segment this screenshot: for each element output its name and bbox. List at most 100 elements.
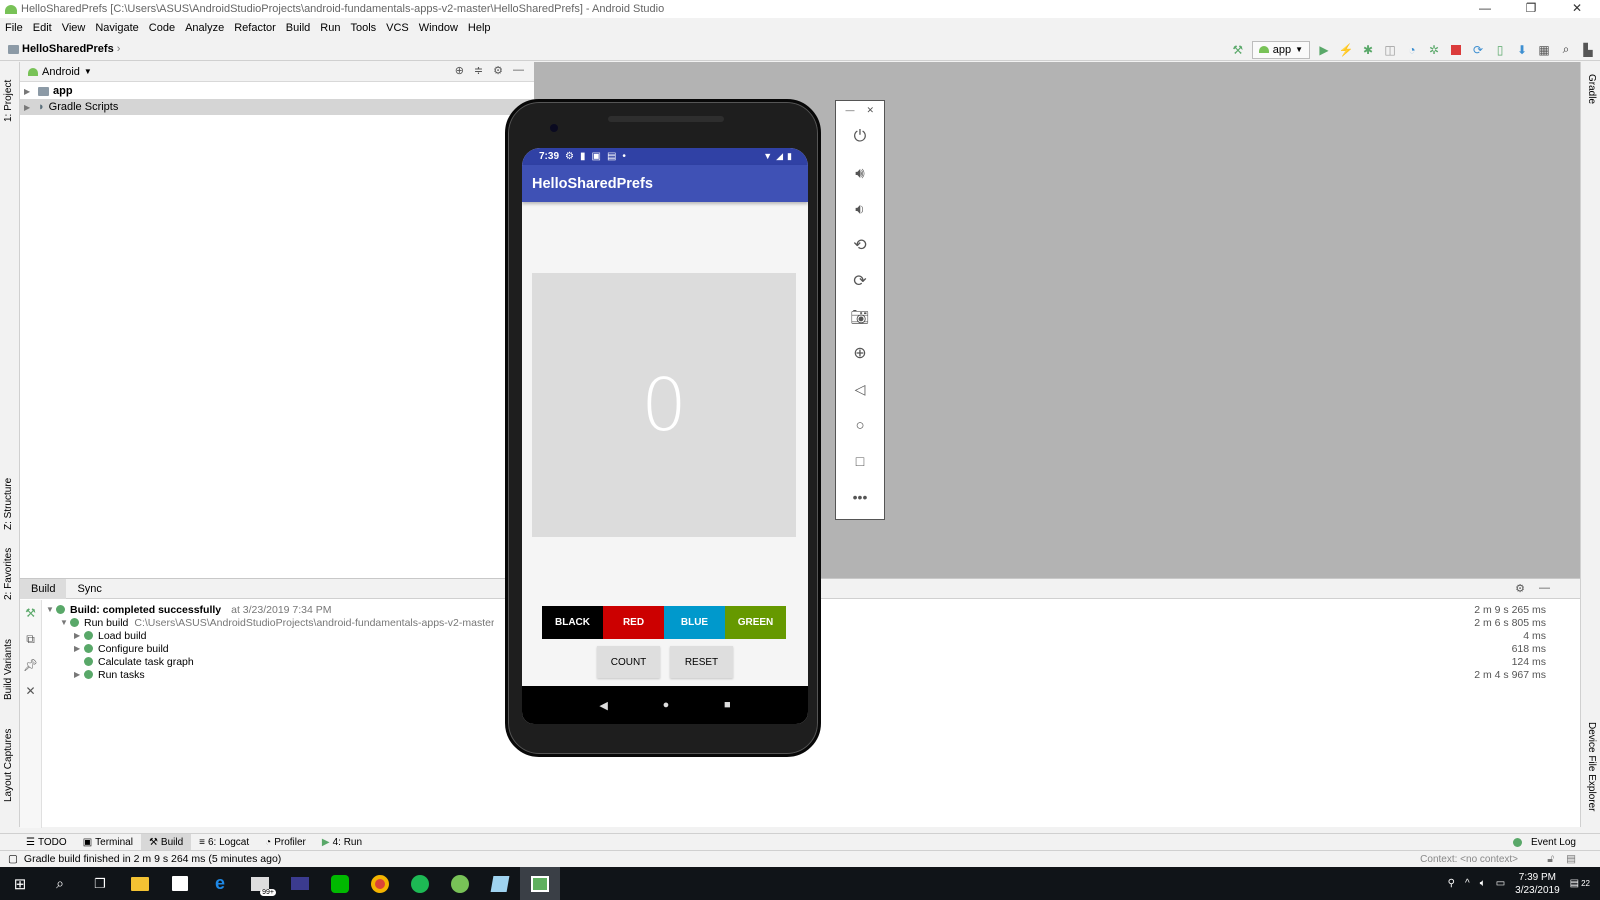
- notepad-icon[interactable]: [480, 867, 520, 900]
- menu-navigate[interactable]: Navigate: [90, 22, 143, 34]
- store-icon[interactable]: [160, 867, 200, 900]
- menu-tools[interactable]: Tools: [345, 22, 381, 34]
- restore-icon[interactable]: ❐: [1508, 0, 1554, 18]
- menu-window[interactable]: Window: [414, 22, 463, 34]
- tool-tab-build-variants[interactable]: Build Variants: [3, 639, 14, 700]
- edge-icon[interactable]: e: [200, 867, 240, 900]
- reset-button[interactable]: RESET: [670, 646, 733, 678]
- hide-icon[interactable]: —: [513, 64, 524, 77]
- minimize-icon[interactable]: —: [1462, 0, 1508, 18]
- menu-code[interactable]: Code: [144, 22, 180, 34]
- tool-tab-device-file-explorer[interactable]: Device File Explorer: [1586, 722, 1597, 811]
- action-center-icon[interactable]: ▤ 22: [1570, 878, 1590, 889]
- profile-icon[interactable]: ◔: [1404, 42, 1420, 58]
- attach-debugger-icon[interactable]: ✲: [1426, 42, 1442, 58]
- tool-tab-favorites[interactable]: 2: Favorites: [3, 548, 14, 600]
- back-icon[interactable]: ◁: [836, 371, 884, 407]
- collapse-icon[interactable]: ▼: [60, 618, 70, 627]
- breadcrumb[interactable]: HelloSharedPrefs ›: [8, 43, 120, 55]
- chrome-icon[interactable]: [360, 867, 400, 900]
- file-explorer-icon[interactable]: [120, 867, 160, 900]
- tree-item-app[interactable]: ▶ app: [20, 83, 534, 99]
- spotify-icon[interactable]: [400, 867, 440, 900]
- stop-icon[interactable]: [1448, 42, 1464, 58]
- taskbar-clock[interactable]: 7:39 PM 3/23/2019: [1515, 871, 1560, 897]
- tool-tab-logcat[interactable]: ≡ 6: Logcat: [191, 834, 257, 851]
- home-icon[interactable]: ○: [836, 407, 884, 443]
- pin-icon[interactable]: 📌︎: [20, 652, 41, 678]
- debug-icon[interactable]: ✱: [1360, 42, 1376, 58]
- apply-changes-icon[interactable]: ⚡: [1338, 42, 1354, 58]
- menu-refactor[interactable]: Refactor: [229, 22, 281, 34]
- status-toggle-icon[interactable]: ▢: [8, 853, 18, 865]
- task-view-icon[interactable]: ❐: [80, 867, 120, 900]
- tool-tab-layout-captures[interactable]: Layout Captures: [3, 729, 14, 802]
- project-view-selector[interactable]: Android ▼: [28, 66, 92, 78]
- red-button[interactable]: RED: [603, 606, 664, 639]
- event-log-button[interactable]: Event Log: [1512, 834, 1576, 851]
- close-icon[interactable]: ✕: [20, 678, 41, 704]
- people-icon[interactable]: ⚲: [1448, 878, 1455, 889]
- search-icon[interactable]: ⌕: [1558, 42, 1574, 58]
- count-button[interactable]: COUNT: [597, 646, 660, 678]
- project-structure-icon[interactable]: ▦: [1536, 42, 1552, 58]
- volume-down-icon[interactable]: 🔉︎: [836, 191, 884, 227]
- expand-icon[interactable]: ▶: [24, 87, 34, 96]
- android-studio-taskbar-icon[interactable]: [440, 867, 480, 900]
- tab-build[interactable]: Build: [20, 578, 67, 599]
- minimize-icon[interactable]: —: [845, 105, 854, 115]
- close-icon[interactable]: ✕: [866, 105, 874, 116]
- rotate-left-icon[interactable]: ⟲: [836, 227, 884, 263]
- more-icon[interactable]: •••: [836, 479, 884, 515]
- back-icon[interactable]: ◀: [599, 699, 607, 712]
- coverage-icon[interactable]: ◫: [1382, 42, 1398, 58]
- overview-icon[interactable]: □: [836, 443, 884, 479]
- line-icon[interactable]: [320, 867, 360, 900]
- locate-icon[interactable]: ⊕: [455, 64, 464, 77]
- menu-build[interactable]: Build: [281, 22, 315, 34]
- expand-icon[interactable]: ▶: [74, 670, 84, 679]
- hammer-icon[interactable]: ⚒: [20, 600, 41, 626]
- close-icon[interactable]: ✕: [1554, 0, 1600, 18]
- lock-icon[interactable]: 🔓︎: [1547, 853, 1554, 866]
- tool-tab-terminal[interactable]: ▣ Terminal: [75, 834, 141, 851]
- run-configuration-select[interactable]: app ▼: [1251, 40, 1310, 59]
- green-button[interactable]: GREEN: [725, 606, 786, 639]
- menu-run[interactable]: Run: [315, 22, 345, 34]
- avd-manager-icon[interactable]: ▯: [1492, 42, 1508, 58]
- collapse-icon[interactable]: ▼: [46, 605, 56, 614]
- sync-gradle-icon[interactable]: ⟳: [1470, 42, 1486, 58]
- menu-help[interactable]: Help: [463, 22, 496, 34]
- gear-icon[interactable]: ⚙: [1515, 582, 1525, 595]
- menu-vcs[interactable]: VCS: [381, 22, 414, 34]
- flag-app-icon[interactable]: [280, 867, 320, 900]
- menu-analyze[interactable]: Analyze: [180, 22, 229, 34]
- mail-icon[interactable]: 99+: [240, 867, 280, 900]
- expand-icon[interactable]: ▶: [74, 644, 84, 653]
- zoom-icon[interactable]: ⊕: [836, 335, 884, 371]
- tool-tab-todo[interactable]: ☰ TODO: [18, 834, 75, 851]
- speaker-icon[interactable]: 🔈︎: [1480, 878, 1486, 889]
- tool-tab-gradle[interactable]: Gradle: [1586, 74, 1597, 104]
- expand-icon[interactable]: ▶: [24, 103, 34, 112]
- run-icon[interactable]: ▶: [1316, 42, 1332, 58]
- hammer-icon[interactable]: ⚒: [1230, 42, 1246, 58]
- toggle-view-icon[interactable]: ⧉: [20, 626, 41, 652]
- rotate-right-icon[interactable]: ⟳: [836, 263, 884, 299]
- gear-icon[interactable]: ⚙: [493, 64, 503, 77]
- sdk-manager-icon[interactable]: ⬇: [1514, 42, 1530, 58]
- android-icon-toolbar[interactable]: ▙: [1580, 42, 1596, 58]
- windows-start-icon[interactable]: ⊞: [0, 867, 40, 900]
- tab-sync[interactable]: Sync: [66, 579, 112, 599]
- hide-icon[interactable]: —: [1539, 582, 1550, 595]
- tool-tab-run[interactable]: ▶ 4: Run: [314, 834, 370, 851]
- volume-up-icon[interactable]: 🔊︎: [836, 155, 884, 191]
- network-icon[interactable]: ▭: [1496, 878, 1505, 889]
- black-button[interactable]: BLACK: [542, 606, 603, 639]
- camera-icon[interactable]: 📷︎: [836, 299, 884, 335]
- tool-tab-structure[interactable]: Z: Structure: [3, 478, 14, 530]
- search-icon[interactable]: ⌕: [40, 867, 80, 900]
- tool-tab-build[interactable]: ⚒ Build: [140, 833, 192, 851]
- expand-icon[interactable]: ▶: [74, 631, 84, 640]
- menu-edit[interactable]: Edit: [28, 22, 57, 34]
